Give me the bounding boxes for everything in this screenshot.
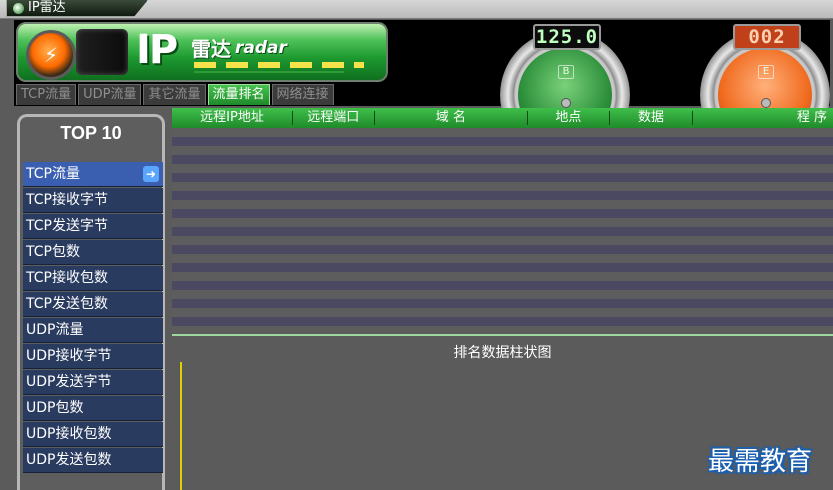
menu-item-udp-recv-packets[interactable]: UDP接收包数 xyxy=(23,422,163,447)
menu-item-label: TCP流量 xyxy=(26,166,80,182)
menu-item-tcp-send-packets[interactable]: TCP发送包数 xyxy=(23,292,163,317)
menu-item-tcp-traffic[interactable]: TCP流量 ➜ xyxy=(23,162,163,187)
gauge-left-letter: B xyxy=(558,65,574,79)
table-row[interactable] xyxy=(172,245,833,254)
menu-item-udp-traffic[interactable]: UDP流量 xyxy=(23,318,163,343)
table-row[interactable] xyxy=(172,146,833,155)
logo-underline xyxy=(194,71,344,73)
col-data[interactable]: 数据 xyxy=(610,111,694,125)
ranking-menu: TCP流量 ➜ TCP接收字节 TCP发送字节 TCP包数 TCP接收包数 TC… xyxy=(23,162,163,474)
table-row[interactable] xyxy=(172,281,833,290)
col-remote-ip[interactable]: 远程IP地址 xyxy=(172,111,293,125)
tab-udp-traffic[interactable]: UDP流量 xyxy=(78,84,142,105)
gauge-pivot xyxy=(761,98,771,108)
gauge-left: 125.0 B xyxy=(500,20,630,160)
menu-item-udp-packets[interactable]: UDP包数 xyxy=(23,396,163,421)
menu-item-tcp-packets[interactable]: TCP包数 xyxy=(23,240,163,265)
window-tab[interactable]: IP雷达 xyxy=(6,0,148,17)
gauge-left-readout: 125.0 xyxy=(533,24,601,50)
table-row[interactable] xyxy=(172,308,833,317)
table-row[interactable] xyxy=(172,155,833,164)
ranking-table: 远程IP地址 远程端口 域 名 地点 数据 程 序 xyxy=(172,108,833,332)
title-bar: IP雷达 xyxy=(0,0,833,19)
gauge-right: 002 E xyxy=(700,20,830,160)
watermark: 最需教育 xyxy=(708,447,813,477)
table-row[interactable] xyxy=(172,137,833,146)
menu-item-udp-send-bytes[interactable]: UDP发送字节 xyxy=(23,370,163,395)
table-row[interactable] xyxy=(172,236,833,245)
arrow-right-icon: ➜ xyxy=(143,166,159,182)
table-row[interactable] xyxy=(172,299,833,308)
table-row[interactable] xyxy=(172,128,833,137)
col-location[interactable]: 地点 xyxy=(528,111,610,125)
logo-en-text: radar xyxy=(235,38,287,58)
table-row[interactable] xyxy=(172,254,833,263)
tab-traffic-ranking[interactable]: 流量排名 xyxy=(207,84,270,105)
header: ⚡ IP 雷达 radar TCP流量 UDP流量 其它流量 流量排名 网络连接… xyxy=(14,20,830,160)
window-title: IP雷达 xyxy=(28,0,66,15)
nav-tabs: TCP流量 UDP流量 其它流量 流量排名 网络连接 xyxy=(16,84,334,106)
col-remote-port[interactable]: 远程端口 xyxy=(293,111,375,125)
top10-sidebar: TOP 10 TCP流量 ➜ TCP接收字节 TCP发送字节 TCP包数 TCP… xyxy=(17,114,165,490)
logo-cn-text: 雷达 xyxy=(191,37,231,61)
logo-dashes xyxy=(194,62,364,68)
col-domain[interactable]: 域 名 xyxy=(375,111,529,125)
table-row[interactable] xyxy=(172,227,833,236)
tab-tcp-traffic[interactable]: TCP流量 xyxy=(16,84,77,105)
table-row[interactable] xyxy=(172,290,833,299)
table-row[interactable] xyxy=(172,218,833,227)
logo-ip-text: IP xyxy=(136,27,178,73)
table-header: 远程IP地址 远程端口 域 名 地点 数据 程 序 xyxy=(172,108,833,128)
app-icon xyxy=(13,2,24,14)
table-row[interactable] xyxy=(172,164,833,173)
radar-logo-icon: ⚡ xyxy=(26,30,76,80)
sidebar-title: TOP 10 xyxy=(60,123,122,143)
menu-item-tcp-send-bytes[interactable]: TCP发送字节 xyxy=(23,214,163,239)
menu-item-tcp-recv-packets[interactable]: TCP接收包数 xyxy=(23,266,163,291)
table-row[interactable] xyxy=(172,173,833,182)
tab-network-connections[interactable]: 网络连接 xyxy=(271,84,334,105)
logo-banner: ⚡ IP 雷达 radar xyxy=(16,22,388,82)
col-program[interactable]: 程 序 xyxy=(693,111,833,125)
menu-item-udp-send-packets[interactable]: UDP发送包数 xyxy=(23,448,163,473)
table-row[interactable] xyxy=(172,209,833,218)
chart-y-axis xyxy=(180,362,182,490)
menu-item-udp-recv-bytes[interactable]: UDP接收字节 xyxy=(23,344,163,369)
table-row[interactable] xyxy=(172,263,833,272)
app-window: IP雷达 ⚡ IP 雷达 radar TCP流量 UDP流量 其它流量 流量排名… xyxy=(0,0,833,490)
table-row[interactable] xyxy=(172,200,833,209)
gauge-right-letter: E xyxy=(758,65,774,79)
table-row[interactable] xyxy=(172,191,833,200)
gauge-right-readout: 002 xyxy=(733,24,801,50)
menu-item-tcp-recv-bytes[interactable]: TCP接收字节 xyxy=(23,188,163,213)
chart-title: 排名数据柱状图 xyxy=(453,345,552,361)
table-row[interactable] xyxy=(172,317,833,326)
gauge-pivot xyxy=(561,98,571,108)
table-row[interactable] xyxy=(172,326,833,332)
table-row[interactable] xyxy=(172,272,833,281)
logo-panel xyxy=(76,29,128,75)
tab-other-traffic[interactable]: 其它流量 xyxy=(143,84,206,105)
table-row[interactable] xyxy=(172,182,833,191)
